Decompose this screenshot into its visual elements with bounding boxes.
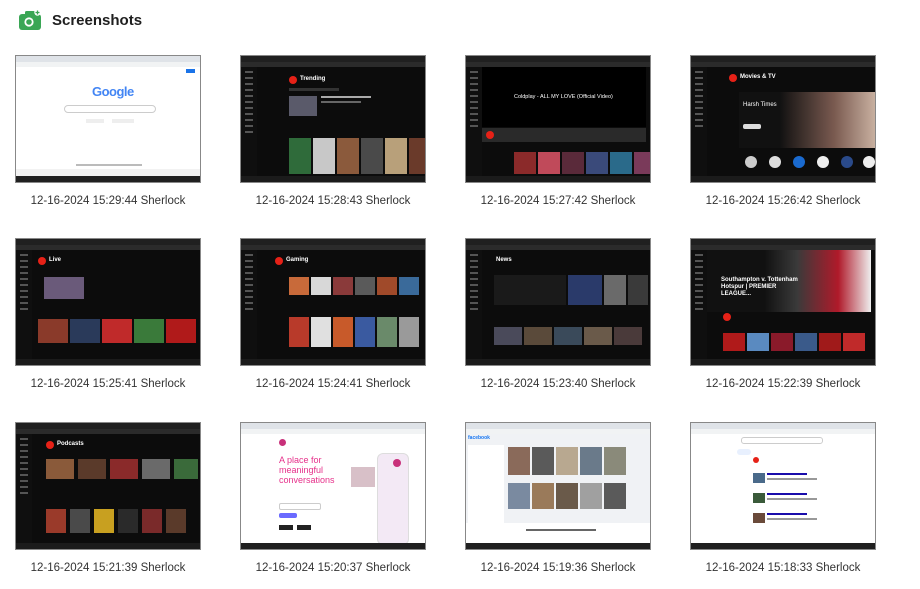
screenshot-caption: 12-16-2024 15:25:41 Sherlock	[30, 378, 186, 390]
screenshot-caption: 12-16-2024 15:28:43 Sherlock	[255, 195, 411, 207]
movies-tv-label: Movies & TV	[740, 74, 776, 80]
coldplay-title: Coldplay - ALL MY LOVE (Official Video)	[514, 94, 613, 100]
screenshot-caption: 12-16-2024 15:26:42 Sherlock	[705, 195, 861, 207]
screenshot-caption: 12-16-2024 15:18:33 Sherlock	[705, 562, 861, 574]
screenshot-caption: 12-16-2024 15:29:44 Sherlock	[30, 195, 186, 207]
screenshot-thumbnail[interactable]: News	[465, 238, 651, 366]
facebook-label: facebook	[468, 435, 490, 441]
screenshot-tile[interactable]: Movies & TV Harsh Times 12-16-2024 15:26…	[690, 55, 876, 207]
screenshot-tile[interactable]: 12-16-2024 15:18:33 Sherlock	[690, 422, 876, 574]
screenshot-tile[interactable]: Google 12-16-2024 15:29:44 Sherlock	[15, 55, 201, 207]
screenshot-tile[interactable]: News 12-16-2024 15:23:40 Sherlock	[465, 238, 651, 390]
screenshot-grid: Google 12-16-2024 15:29:44 Sherlock Tren…	[0, 0, 920, 589]
screenshot-tile[interactable]: A place for meaningful conversations 12-…	[240, 422, 426, 574]
screenshot-caption: 12-16-2024 15:24:41 Sherlock	[255, 378, 411, 390]
screenshot-thumbnail[interactable]: A place for meaningful conversations	[240, 422, 426, 550]
gaming-label: Gaming	[286, 257, 309, 263]
screenshot-thumbnail[interactable]: Podcasts	[15, 422, 201, 550]
southampton-title: Southampton v. Tottenham Hotspur | PREMI…	[721, 277, 798, 297]
screenshot-thumbnail[interactable]: Coldplay - ALL MY LOVE (Official Video)	[465, 55, 651, 183]
screenshot-tile[interactable]: Trending 12-16-2024 15:28:43 Sherlock	[240, 55, 426, 207]
podcasts-label: Podcasts	[57, 441, 84, 447]
news-label: News	[496, 257, 512, 263]
screenshot-tile[interactable]: Southampton v. Tottenham Hotspur | PREMI…	[690, 238, 876, 390]
trending-label: Trending	[300, 76, 326, 82]
screenshot-tile[interactable]: Podcasts 12-16-2024 15:21:39 Sherlock	[15, 422, 201, 574]
screenshot-thumbnail[interactable]: Southampton v. Tottenham Hotspur | PREMI…	[690, 238, 876, 366]
screenshot-caption: 12-16-2024 15:21:39 Sherlock	[30, 562, 186, 574]
screenshot-thumbnail[interactable]	[690, 422, 876, 550]
google-logo: Google	[92, 84, 134, 99]
screenshot-caption: 12-16-2024 15:23:40 Sherlock	[480, 378, 636, 390]
screenshot-thumbnail[interactable]: Trending	[240, 55, 426, 183]
screenshot-caption: 12-16-2024 15:27:42 Sherlock	[480, 195, 636, 207]
screenshot-tile[interactable]: facebook 12-16-2024 15:19:36 Sherlock	[465, 422, 651, 574]
screenshot-thumbnail[interactable]: facebook	[465, 422, 651, 550]
screenshot-thumbnail[interactable]: Google	[15, 55, 201, 183]
screenshot-caption: 12-16-2024 15:20:37 Sherlock	[255, 562, 411, 574]
screenshot-tile[interactable]: Coldplay - ALL MY LOVE (Official Video) …	[465, 55, 651, 207]
threads-headline: A place for meaningful conversations	[279, 455, 335, 485]
screenshot-thumbnail[interactable]: Gaming	[240, 238, 426, 366]
screenshot-thumbnail[interactable]: Live	[15, 238, 201, 366]
screenshot-tile[interactable]: Gaming 12-16-2024 15:24:41 Sherlock	[240, 238, 426, 390]
live-label: Live	[49, 257, 62, 263]
screenshot-thumbnail[interactable]: Movies & TV Harsh Times	[690, 55, 876, 183]
screenshot-caption: 12-16-2024 15:19:36 Sherlock	[480, 562, 636, 574]
screenshot-tile[interactable]: Live 12-16-2024 15:25:41 Sherlock	[15, 238, 201, 390]
screenshot-caption: 12-16-2024 15:22:39 Sherlock	[705, 378, 861, 390]
harsh-times-label: Harsh Times	[743, 102, 777, 108]
